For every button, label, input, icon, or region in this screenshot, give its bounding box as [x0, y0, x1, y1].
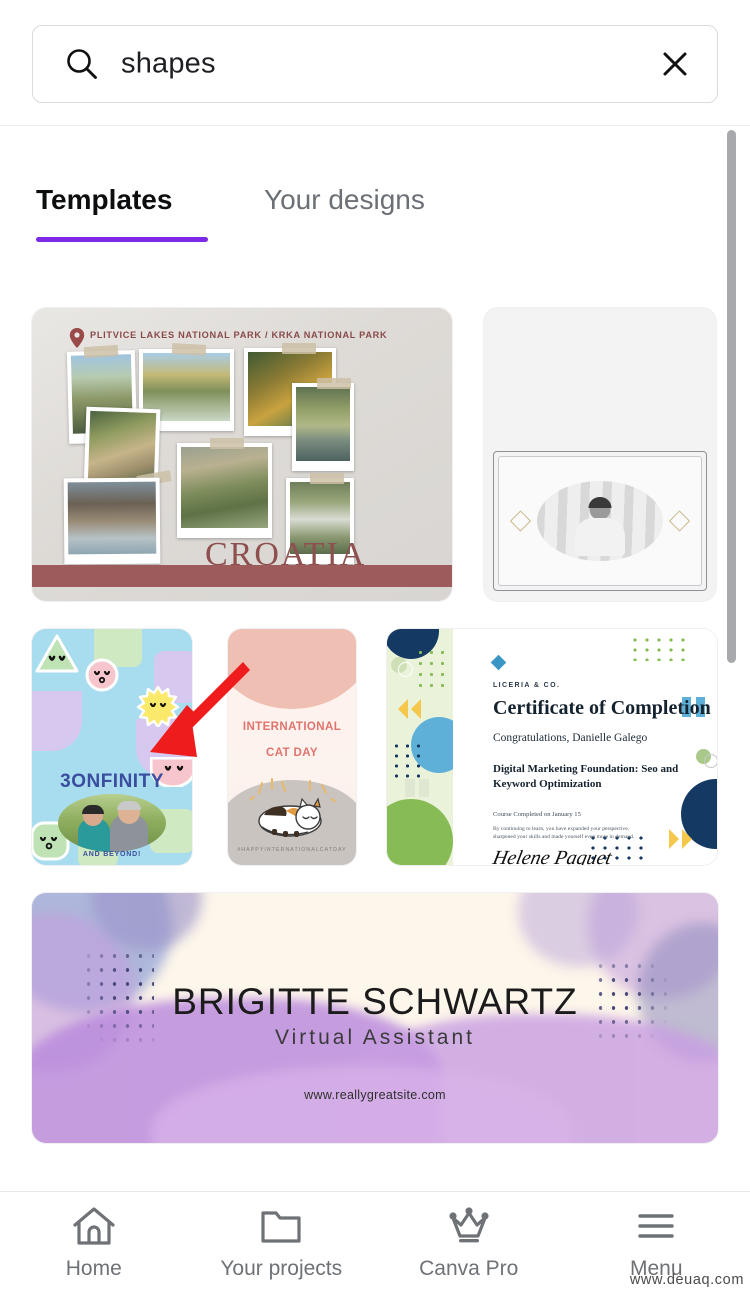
nav-item-home[interactable]: Home: [0, 1192, 188, 1294]
hamburger-menu-icon: [638, 1214, 674, 1238]
cat-day-title-line1: INTERNATIONAL: [242, 721, 342, 733]
location-pin-icon: [69, 328, 85, 348]
template-card-croatia[interactable]: PLITVICE LAKES NATIONAL PARK / KRKA NATI…: [32, 308, 452, 601]
dot-spray: [594, 959, 670, 1055]
certificate-diamond-icon: [490, 654, 507, 671]
vertical-scrollbar[interactable]: [727, 130, 736, 663]
nav-label-canva-pro: Canva Pro: [419, 1257, 519, 1280]
search-input-value: shapes: [121, 47, 216, 80]
onfinity-title: 3ONFINITY: [60, 771, 164, 792]
tab-bar: Templates Your designs: [0, 126, 750, 251]
search-input[interactable]: shapes: [32, 25, 718, 103]
portrait-photo: [537, 481, 663, 561]
nav-item-your-projects[interactable]: Your projects: [188, 1192, 376, 1294]
app-root: shapes Templates Your designs PLITVICE L…: [0, 0, 750, 1294]
certificate-signature: Helene Paquet: [490, 847, 614, 865]
collage-photo: [63, 477, 161, 565]
kawaii-triangle-icon: [35, 634, 79, 673]
portrait-frame-inner: [498, 456, 702, 586]
collage-tape: [210, 438, 244, 449]
collage-photo: [292, 383, 354, 471]
pastel-shape: [32, 691, 82, 751]
kawaii-sun-icon: [136, 685, 180, 727]
search-icon: [65, 47, 99, 81]
template-results-grid: PLITVICE LAKES NATIONAL PARK / KRKA NATI…: [0, 130, 750, 1191]
cat-day-hashtag: #HAPPYINTERNATIONALCATDAY: [237, 847, 347, 853]
template-card-3onfinity[interactable]: 3ONFINITY AND BEYOND!: [32, 629, 192, 865]
double-chevron-left-icon: [398, 699, 421, 719]
collage-tape: [317, 378, 351, 389]
template-card-certificate[interactable]: LICERIA & CO. Certificate of Completion …: [387, 629, 717, 865]
dot-spray: [82, 949, 154, 1061]
clear-search-button[interactable]: [655, 44, 695, 84]
dot-grid: [415, 647, 451, 695]
nav-label-home: Home: [65, 1257, 122, 1280]
brigitte-url: www.reallygreatsite.com: [304, 1088, 446, 1102]
diamond-outline-icon: [509, 510, 532, 532]
site-watermark: www.deuaq.com: [629, 1272, 744, 1288]
onfinity-photo: [58, 794, 166, 852]
kawaii-circle-icon: [85, 658, 119, 692]
certificate-body: LICERIA & CO. Certificate of Completion …: [453, 629, 717, 865]
collage-tape: [83, 344, 119, 359]
nav-label-your-projects: Your projects: [220, 1257, 343, 1280]
template-card-cat-day[interactable]: INTERNATIONAL CAT DAY #HAPPYINTERNATIONA…: [228, 629, 356, 865]
tab-templates[interactable]: Templates: [36, 184, 172, 216]
brigitte-role: Virtual Assistant: [274, 1026, 476, 1049]
certificate-congrats: Congratulations, Danielle Galego: [493, 732, 648, 744]
croatia-bottom-bar: [32, 565, 452, 587]
tab-active-underline: [36, 237, 208, 242]
home-icon: [73, 1207, 115, 1245]
certificate-course: Digital Marketing Foundation: Seo and Ke…: [493, 763, 679, 791]
tab-your-designs[interactable]: Your designs: [264, 184, 425, 216]
template-card-brigitte[interactable]: BRIGITTE SCHWARTZ Virtual Assistant www.…: [32, 893, 718, 1143]
diamond-outline-icon: [668, 510, 691, 532]
collage-tape: [310, 473, 344, 484]
brigitte-name: BRIGITTE SCHWARTZ: [172, 981, 578, 1022]
dot-grid: [629, 635, 687, 661]
collage-photo: [177, 443, 272, 538]
cat-top-arch: [228, 629, 356, 710]
portrait-frame-outer: [493, 451, 707, 591]
croatia-header-text: PLITVICE LAKES NATIONAL PARK / KRKA NATI…: [90, 330, 388, 340]
certificate-note: By continuing to learn, you have expande…: [493, 826, 635, 841]
template-card-portrait[interactable]: [484, 308, 716, 601]
dot-grid: [391, 741, 427, 779]
certificate-heading: Certificate of Completion: [493, 697, 711, 719]
sleeping-cat-illustration: [250, 778, 336, 837]
certificate-brand: LICERIA & CO.: [493, 682, 561, 689]
double-chevron-right-icon: [669, 829, 692, 849]
cat-day-title-line2: CAT DAY: [265, 747, 318, 759]
nav-item-canva-pro[interactable]: Canva Pro: [375, 1192, 563, 1294]
crown-icon: [449, 1207, 489, 1243]
collage-tape: [171, 343, 207, 356]
onfinity-subtitle: AND BEYOND!: [82, 851, 142, 858]
certificate-date: Course Completed on January 15: [493, 811, 581, 818]
certificate-side-panel: [387, 629, 467, 865]
search-header: shapes: [0, 0, 750, 126]
folder-icon: [261, 1211, 301, 1243]
collage-tape: [282, 343, 316, 354]
